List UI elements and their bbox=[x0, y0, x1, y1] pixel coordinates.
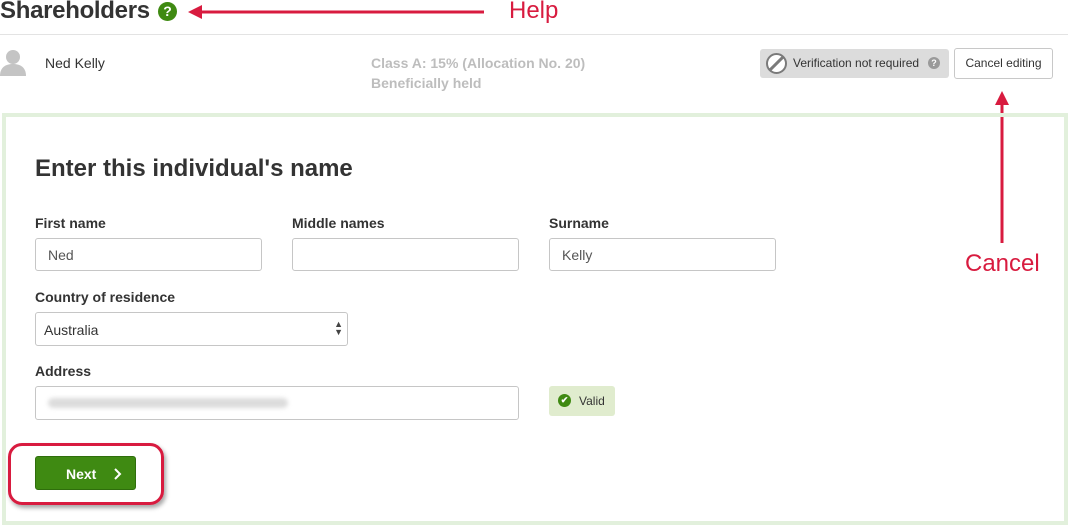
address-label: Address bbox=[35, 363, 92, 379]
shareholder-row: Ned Kelly Class A: 15% (Allocation No. 2… bbox=[0, 35, 1068, 111]
next-annotation-highlight bbox=[8, 443, 164, 505]
shareholder-name: Ned Kelly bbox=[45, 55, 105, 71]
verification-status-label: Verification not required bbox=[793, 56, 920, 70]
middle-names-input[interactable] bbox=[292, 238, 519, 271]
shareholder-holding-type: Beneficially held bbox=[371, 75, 482, 91]
user-silhouette-icon bbox=[0, 50, 26, 76]
check-circle-icon: ✔ bbox=[558, 394, 571, 407]
verification-help-icon[interactable]: ? bbox=[928, 57, 940, 69]
country-selected-value: Australia bbox=[44, 322, 99, 338]
valid-label: Valid bbox=[579, 394, 605, 408]
first-name-input[interactable] bbox=[35, 238, 262, 271]
country-label: Country of residence bbox=[35, 289, 176, 305]
surname-label: Surname bbox=[549, 215, 609, 231]
address-valid-badge: ✔ Valid bbox=[549, 386, 615, 416]
select-updown-icon: ▲ ▼ bbox=[334, 319, 343, 337]
shareholder-class-info: Class A: 15% (Allocation No. 20) bbox=[371, 55, 586, 71]
verification-status-badge: Verification not required ? bbox=[760, 49, 949, 78]
country-select[interactable]: Australia ▲ ▼ bbox=[35, 312, 348, 346]
surname-input[interactable] bbox=[549, 238, 776, 271]
page-title: Shareholders bbox=[0, 0, 150, 24]
address-obscured-value bbox=[48, 398, 288, 408]
cancel-editing-button[interactable]: Cancel editing bbox=[954, 48, 1053, 79]
question-circle-icon[interactable]: ? bbox=[158, 2, 177, 21]
prohibited-circle-icon bbox=[766, 53, 787, 74]
middle-names-label: Middle names bbox=[292, 215, 385, 231]
address-input[interactable] bbox=[35, 386, 519, 420]
form-heading: Enter this individual's name bbox=[35, 155, 353, 182]
first-name-label: First name bbox=[35, 215, 106, 231]
help-annotation-arrow bbox=[188, 5, 484, 19]
help-annotation-label: Help bbox=[509, 0, 559, 24]
